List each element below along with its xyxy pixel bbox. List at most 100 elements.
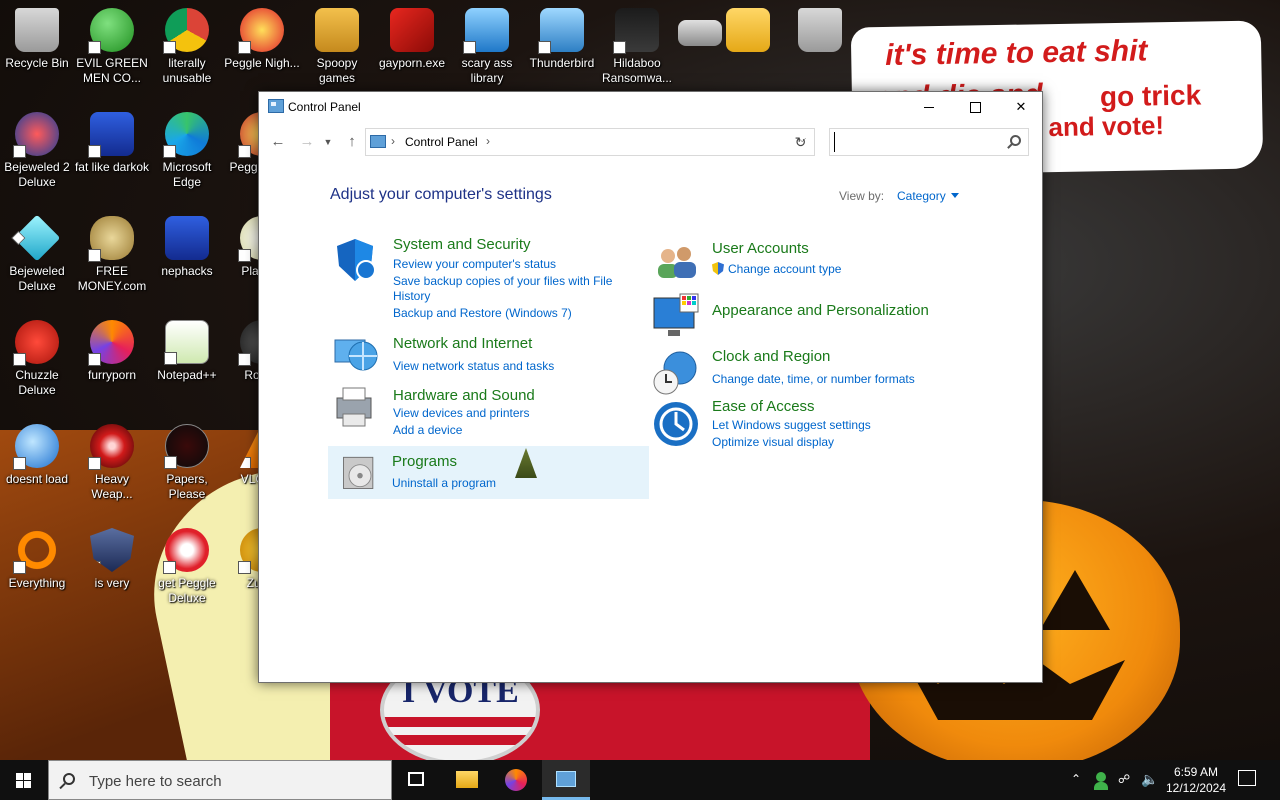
desktop-icon-nephacks[interactable]: nephacks: [148, 216, 226, 279]
search-icon[interactable]: [1010, 135, 1021, 146]
link-backup-restore[interactable]: Backup and Restore (Windows 7): [393, 306, 572, 320]
desktop-icon-spoopy-games[interactable]: Spoopy games: [298, 8, 376, 86]
link-file-history[interactable]: Save backup copies of your files with Fi…: [393, 274, 612, 288]
user-status-icon[interactable]: [1094, 770, 1110, 800]
file-explorer-taskbar-icon[interactable]: [442, 760, 490, 800]
close-button[interactable]: [998, 92, 1044, 122]
task-view-icon[interactable]: [392, 760, 440, 800]
category-hardware-and-sound: Hardware and Sound View devices and prin…: [331, 384, 631, 437]
category-title[interactable]: Ease of Access: [712, 398, 815, 415]
link-add-device[interactable]: Add a device: [393, 423, 462, 437]
desktop-icon-chuzzle-deluxe[interactable]: Chuzzle Deluxe: [0, 320, 76, 398]
network-icon[interactable]: ☍: [1118, 772, 1130, 800]
refresh-icon[interactable]: ↻: [787, 128, 815, 156]
mpi-icon: [165, 216, 209, 260]
address-bar[interactable]: › Control Panel › ⌵: [365, 128, 815, 156]
link-optimize-visual-display[interactable]: Optimize visual display: [712, 435, 834, 449]
desktop-icon-doesnt-load[interactable]: doesnt load: [0, 424, 76, 487]
shield-icon[interactable]: [331, 236, 379, 284]
link-change-account-type[interactable]: Change account type: [712, 262, 841, 276]
up-arrow-icon[interactable]: ↑: [341, 132, 363, 152]
link-file-history-2[interactable]: History: [393, 289, 430, 303]
search-box[interactable]: [829, 128, 1029, 156]
category-system-and-security: System and Security Review your computer…: [331, 236, 631, 326]
link-change-date-time[interactable]: Change date, time, or number formats: [712, 372, 915, 386]
file-explorer-icon: [726, 8, 770, 52]
bubble-line-2b: go trick: [1099, 79, 1202, 113]
desktop-icon-everything[interactable]: Everything: [0, 528, 76, 591]
control-panel-icon: [370, 135, 386, 148]
minimize-button[interactable]: [906, 92, 952, 122]
desktop-icon-papers-please[interactable]: Papers, Please: [148, 424, 226, 502]
link-review-status[interactable]: Review your computer's status: [393, 257, 556, 271]
category-title[interactable]: User Accounts: [712, 240, 809, 257]
view-by-label: View by:: [839, 189, 885, 203]
recent-locations-chevron-icon[interactable]: ▼: [321, 132, 335, 152]
ease-of-access-icon[interactable]: [652, 400, 700, 448]
programs-disc-icon[interactable]: [338, 450, 386, 498]
show-hidden-icons-chevron-icon[interactable]: ⌃: [1071, 772, 1081, 800]
desktop-icon-recycle-bin-2[interactable]: [781, 8, 859, 52]
desktop-icon-notepad-plus-plus[interactable]: Notepad++: [148, 320, 226, 383]
system-clock[interactable]: 6:59 AM 12/12/2024: [1160, 764, 1232, 796]
category-title[interactable]: Clock and Region: [712, 348, 830, 365]
category-network-and-internet: Network and Internet View network status…: [331, 332, 631, 376]
notepad-plus-plus-icon: [164, 320, 209, 365]
windows-start-icon[interactable]: [0, 760, 48, 800]
desktop-icon-recycle-bin[interactable]: Recycle Bin: [0, 8, 76, 71]
search-icon: [63, 773, 75, 785]
users-icon[interactable]: [652, 240, 700, 288]
forward-arrow-icon[interactable]: →: [296, 132, 318, 152]
category-title[interactable]: Network and Internet: [393, 335, 532, 352]
desktop-icon-thunderbird[interactable]: Thunderbird: [523, 8, 601, 71]
control-panel-window[interactable]: Control Panel ← → ▼ ↑ › Control Panel › …: [258, 91, 1043, 683]
category-title[interactable]: System and Security: [393, 236, 531, 253]
title-bar[interactable]: Control Panel: [259, 92, 1042, 122]
messenger-icon: [88, 8, 134, 54]
desktop-icon-free-money[interactable]: FREE MONEY.com: [73, 216, 151, 294]
desktop-icon-heavy-weapon[interactable]: Heavy Weap...: [73, 424, 151, 502]
desktop-icon-bejeweled-deluxe[interactable]: Bejeweled Deluxe: [0, 214, 76, 294]
everything-search-icon: [13, 528, 59, 574]
mpi-icon: [88, 112, 134, 158]
volume-icon[interactable]: 🔈: [1141, 771, 1158, 800]
clock-globe-icon[interactable]: [652, 348, 700, 396]
desktop-icon-get-peggle-deluxe[interactable]: get Peggle Deluxe: [148, 528, 226, 606]
breadcrumb-chevron-icon[interactable]: ›: [391, 134, 395, 148]
navigation-bar: ← → ▼ ↑ › Control Panel › ⌵ ↻: [259, 126, 1042, 158]
desktop-icon-file-explorer[interactable]: [709, 8, 787, 52]
desktop-icon-microsoft-edge[interactable]: Microsoft Edge: [148, 112, 226, 190]
search-input[interactable]: [834, 132, 1004, 152]
link-uninstall-program[interactable]: Uninstall a program: [392, 476, 496, 490]
desktop-icon-gayporn-exe[interactable]: gayporn.exe: [373, 8, 451, 71]
printer-icon[interactable]: [331, 384, 379, 432]
desktop-icon-peggle-nights[interactable]: Peggle Nigh...: [223, 8, 301, 71]
desktop-icon-literally-unusable[interactable]: literally unusable: [148, 8, 226, 86]
link-windows-suggest-settings[interactable]: Let Windows suggest settings: [712, 418, 871, 432]
category-title[interactable]: Appearance and Personalization: [712, 302, 929, 319]
notifications-icon[interactable]: [1238, 770, 1256, 786]
monitor-palette-icon[interactable]: [652, 292, 700, 340]
desktop-icon-scary-ass-library[interactable]: scary ass library: [448, 8, 526, 86]
desktop-icon-bejeweled-2[interactable]: Bejeweled 2 Deluxe: [0, 112, 76, 190]
category-title[interactable]: Hardware and Sound: [393, 387, 535, 404]
breadcrumb-chevron-icon[interactable]: ›: [486, 134, 490, 148]
view-by-dropdown[interactable]: Category: [897, 189, 959, 203]
desktop-icon-furryporn[interactable]: furryporn: [73, 320, 151, 383]
desktop-icon-is-very[interactable]: is very: [73, 528, 151, 591]
globe-network-icon[interactable]: [331, 332, 379, 380]
desktop-icon-fat-like-darkok[interactable]: fat like darkok: [73, 112, 151, 175]
yashma-shield-icon: [613, 8, 659, 54]
bubble-line-3: and vote!: [1048, 110, 1165, 143]
category-title[interactable]: Programs: [392, 453, 457, 470]
desktop-icon-evil-green-men[interactable]: EVIL GREEN MEN CO...: [73, 8, 151, 86]
maximize-button[interactable]: [952, 92, 998, 122]
link-network-status[interactable]: View network status and tasks: [393, 359, 554, 373]
link-devices-printers[interactable]: View devices and printers: [393, 406, 530, 420]
back-arrow-icon[interactable]: ←: [267, 132, 289, 152]
firefox-taskbar-icon[interactable]: [492, 760, 540, 800]
breadcrumb-control-panel[interactable]: Control Panel: [405, 135, 478, 149]
taskbar-search-box[interactable]: Type here to search: [48, 760, 392, 800]
control-panel-taskbar-icon[interactable]: [542, 760, 590, 800]
money-bag-icon: [88, 216, 134, 262]
